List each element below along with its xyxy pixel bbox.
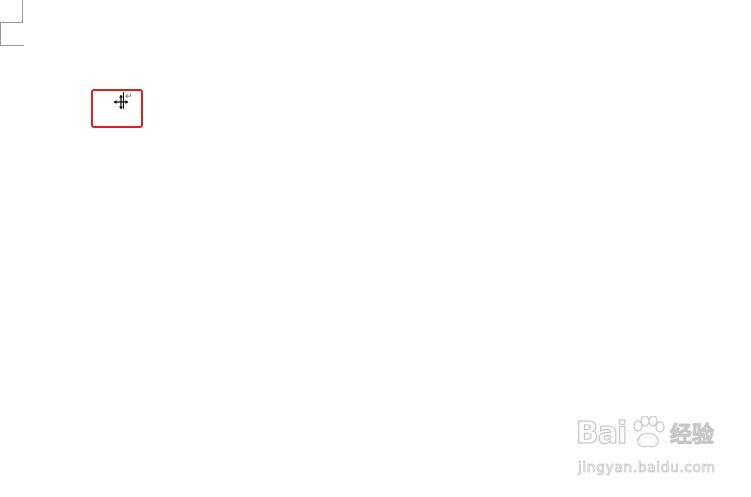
- watermark-brand-suffix: 经验: [669, 423, 715, 448]
- watermark-url: jingyan.baidu.com: [578, 460, 716, 477]
- paw-icon: [633, 416, 665, 448]
- top-left-margin-corner-mark: [0, 0, 23, 23]
- document-page[interactable]: ↵ Bai 经验 jingyan.baidu.com: [0, 0, 751, 497]
- watermark: Bai 经验 jingyan.baidu.com: [572, 414, 722, 484]
- paragraph-mark: ↵: [125, 92, 133, 102]
- top-right-margin-corner-mark: [0, 23, 24, 46]
- watermark-brand: Bai: [575, 416, 628, 451]
